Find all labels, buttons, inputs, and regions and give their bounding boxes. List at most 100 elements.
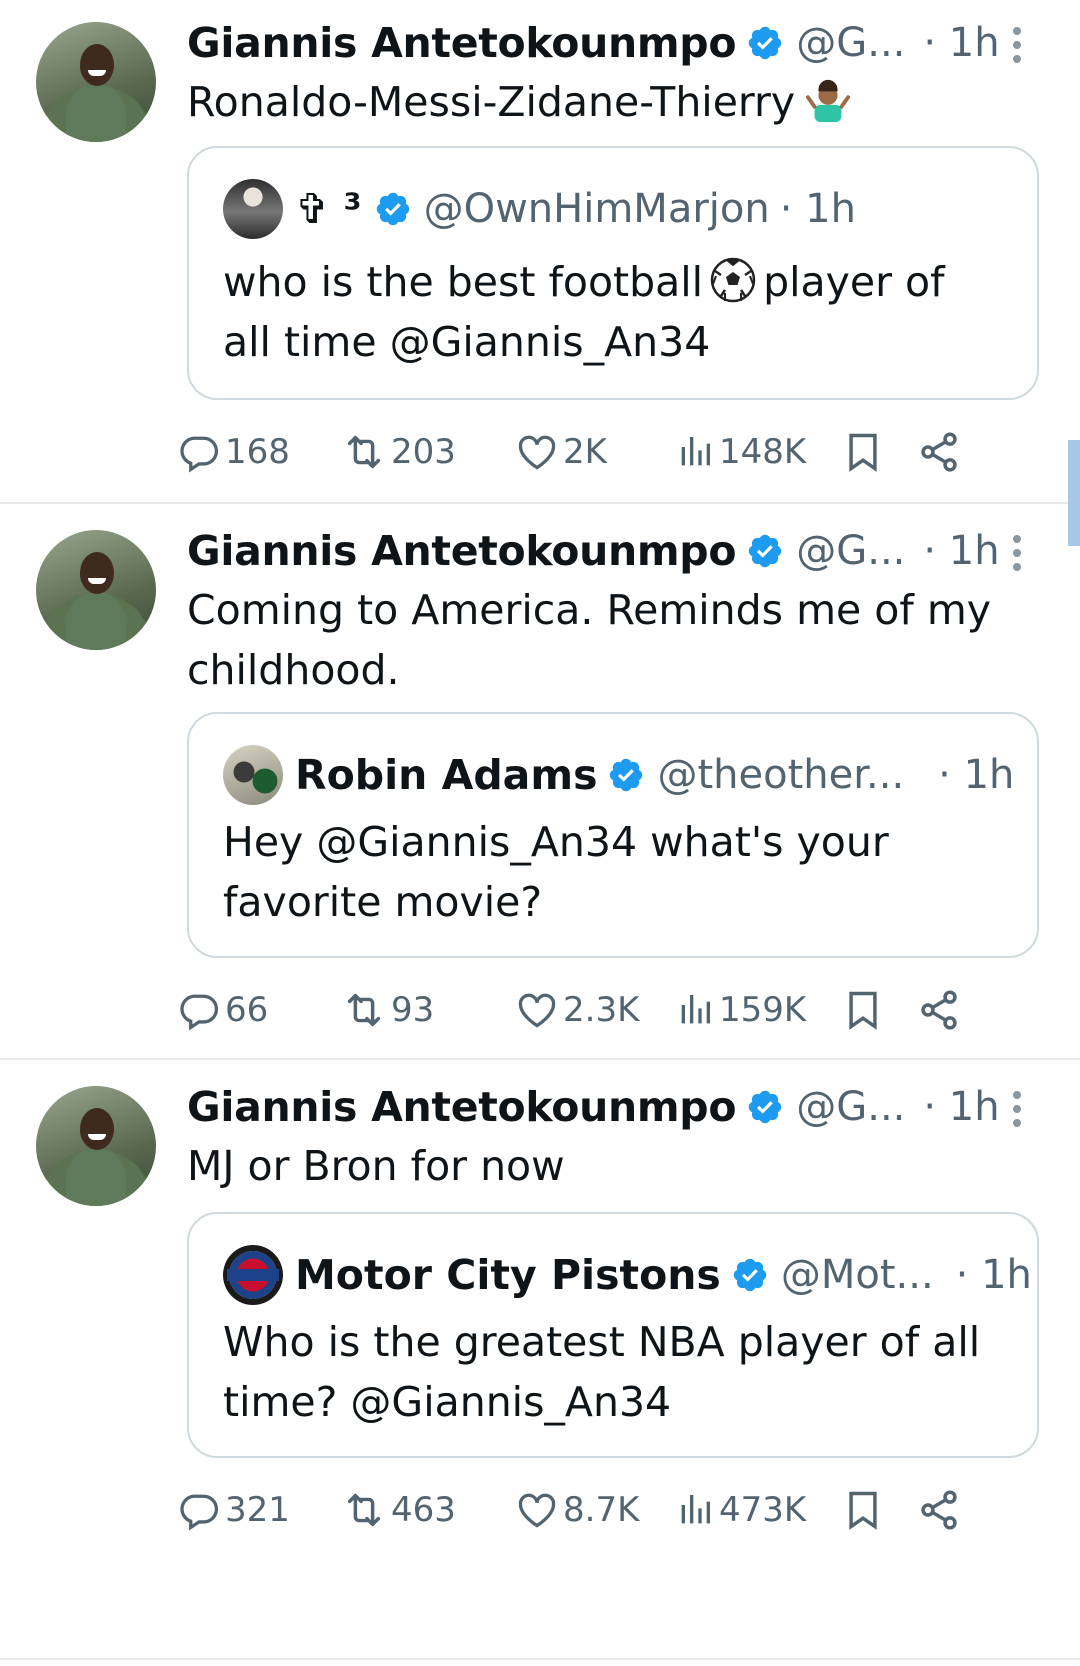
tweet[interactable]: Giannis Antetokounmpo @G... · 1h MJ or B… xyxy=(0,1060,1080,1658)
more-options-icon[interactable] xyxy=(1008,20,1026,70)
quote-avatar[interactable] xyxy=(223,1245,283,1305)
tweet-actions: 321 463 8.7K 473K xyxy=(187,1482,1027,1538)
views-count: 159K xyxy=(719,990,807,1030)
tweet-header: Giannis Antetokounmpo @G... · 1h xyxy=(187,526,1000,576)
avatar[interactable] xyxy=(36,1086,156,1206)
quote-header: ✞ ³ @OwnHimMarjon · 1h xyxy=(223,178,856,240)
verified-badge-icon xyxy=(746,532,784,570)
tweet-text-line: Ronaldo-Messi-Zidane-Thierry xyxy=(187,78,796,126)
scrollbar-thumb[interactable] xyxy=(1068,440,1080,546)
share-icon xyxy=(917,1488,961,1532)
reply-icon xyxy=(177,1488,221,1532)
like-count: 2.3K xyxy=(563,990,640,1030)
repost-button[interactable]: 463 xyxy=(341,1482,456,1538)
author-handle[interactable]: @G... xyxy=(796,1084,905,1130)
quote-author-name[interactable]: Motor City Pistons xyxy=(295,1251,721,1299)
tweet-header: Giannis Antetokounmpo @G... · 1h xyxy=(187,18,1000,68)
quote-author-handle[interactable]: @OwnHimMarjon xyxy=(424,186,770,232)
reply-count: 168 xyxy=(225,432,290,472)
repost-count: 93 xyxy=(391,990,435,1030)
quote-author-name[interactable]: Robin Adams xyxy=(295,751,597,799)
like-button[interactable]: 2.3K xyxy=(515,982,639,1038)
quote-avatar[interactable] xyxy=(223,745,283,805)
tweet[interactable]: Giannis Antetokounmpo @G... · 1h Coming … xyxy=(0,504,1080,1058)
tweet-actions: 168 203 2K 148K xyxy=(187,424,1027,480)
tweet-actions: 66 93 2.3K 159K xyxy=(187,982,1027,1038)
quote-author-handle[interactable]: @theother... xyxy=(657,752,904,798)
quote-text-line: favorite movie? xyxy=(223,878,543,926)
like-button[interactable]: 2K xyxy=(515,424,607,480)
quote-text-part: player of xyxy=(763,258,945,306)
views-button[interactable]: 473K xyxy=(675,1482,806,1538)
quote-author-name[interactable]: ✞ ³ xyxy=(295,185,362,233)
reply-icon xyxy=(177,430,221,474)
quote-time[interactable]: · 1h xyxy=(956,1252,1032,1298)
quoted-tweet[interactable]: Motor City Pistons @Mot... · 1h Who is t… xyxy=(187,1212,1039,1458)
quote-text: Hey @Giannis_An34 what's your favorite m… xyxy=(223,812,1003,932)
share-button[interactable] xyxy=(917,982,961,1038)
tweet-time[interactable]: · 1h xyxy=(923,1084,999,1130)
reply-count: 321 xyxy=(225,1490,290,1530)
verified-badge-icon xyxy=(607,756,645,794)
reply-count: 66 xyxy=(225,990,269,1030)
reply-button[interactable]: 168 xyxy=(177,424,290,480)
author-name[interactable]: Giannis Antetokounmpo xyxy=(187,19,737,67)
quote-text-line: time? @Giannis_An34 xyxy=(223,1378,672,1426)
views-count: 473K xyxy=(719,1490,807,1530)
avatar[interactable] xyxy=(36,530,156,650)
quote-author-handle[interactable]: @Mot... xyxy=(781,1252,934,1298)
verified-badge-icon xyxy=(731,1256,769,1294)
repost-button[interactable]: 93 xyxy=(341,982,434,1038)
tweet-text-line: childhood. xyxy=(187,646,400,694)
share-button[interactable] xyxy=(917,424,961,480)
tweet-text-line: Coming to America. Reminds me of my xyxy=(187,586,992,634)
repost-icon xyxy=(341,429,387,475)
views-count: 148K xyxy=(719,432,807,472)
share-icon xyxy=(917,988,961,1032)
like-count: 2K xyxy=(563,432,607,472)
repost-count: 203 xyxy=(391,432,456,472)
avatar[interactable] xyxy=(36,22,156,142)
share-button[interactable] xyxy=(917,1482,961,1538)
quote-time[interactable]: · 1h xyxy=(938,752,1014,798)
author-handle[interactable]: @G... xyxy=(796,20,905,66)
heart-icon xyxy=(515,1488,559,1532)
verified-badge-icon xyxy=(374,190,412,228)
quote-text-part: who is the best football xyxy=(223,258,704,306)
more-options-icon[interactable] xyxy=(1008,1084,1026,1134)
reply-button[interactable]: 66 xyxy=(177,982,268,1038)
quote-text-line: all time @Giannis_An34 xyxy=(223,318,711,366)
tweet-time[interactable]: · 1h xyxy=(923,20,999,66)
bookmark-button[interactable] xyxy=(841,424,885,480)
repost-count: 463 xyxy=(391,1490,456,1530)
bookmark-button[interactable] xyxy=(841,982,885,1038)
quote-header: Motor City Pistons @Mot... · 1h xyxy=(223,1244,1032,1306)
bookmark-icon xyxy=(841,1488,885,1532)
quoted-tweet[interactable]: Robin Adams @theother... · 1h Hey @Giann… xyxy=(187,712,1039,958)
tweet-text: Coming to America. Reminds me of my chil… xyxy=(187,580,1027,700)
author-name[interactable]: Giannis Antetokounmpo xyxy=(187,527,737,575)
reply-icon xyxy=(177,988,221,1032)
reply-button[interactable]: 321 xyxy=(177,1482,290,1538)
author-handle[interactable]: @G... xyxy=(796,528,905,574)
views-button[interactable]: 159K xyxy=(675,982,806,1038)
bookmark-button[interactable] xyxy=(841,1482,885,1538)
quote-text: who is the best football player of all ti… xyxy=(223,252,1003,372)
more-options-icon[interactable] xyxy=(1008,528,1026,578)
views-icon xyxy=(675,990,715,1030)
like-button[interactable]: 8.7K xyxy=(515,1482,639,1538)
tweet-header: Giannis Antetokounmpo @G... · 1h xyxy=(187,1082,1000,1132)
quote-text: Who is the greatest NBA player of all ti… xyxy=(223,1312,1003,1432)
quote-time[interactable]: · 1h xyxy=(780,186,856,232)
tweet-text-line: MJ or Bron for now xyxy=(187,1142,565,1190)
author-name[interactable]: Giannis Antetokounmpo xyxy=(187,1083,737,1131)
quoted-tweet[interactable]: ✞ ³ @OwnHimMarjon · 1h who is the best f… xyxy=(187,146,1039,400)
quote-header: Robin Adams @theother... · 1h xyxy=(223,744,1014,806)
tweet-time[interactable]: · 1h xyxy=(923,528,999,574)
repost-button[interactable]: 203 xyxy=(341,424,456,480)
quote-avatar[interactable] xyxy=(223,179,283,239)
views-button[interactable]: 148K xyxy=(675,424,806,480)
bookmark-icon xyxy=(841,988,885,1032)
quote-text-line: Who is the greatest NBA player of all xyxy=(223,1318,981,1366)
tweet[interactable]: Giannis Antetokounmpo @G... · 1h Ronaldo… xyxy=(0,0,1080,502)
